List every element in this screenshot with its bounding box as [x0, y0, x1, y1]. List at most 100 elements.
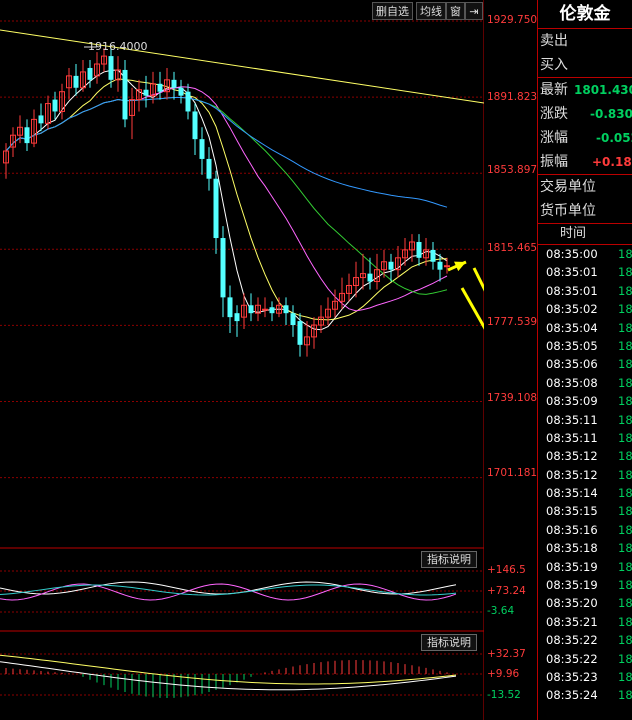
tick-price: 180: [618, 669, 632, 684]
buy-row: 买入: [538, 53, 632, 78]
kline-chart-area[interactable]: 1916.4000 删自选 均线 窗 ⇥ 指标说明 指标说明: [0, 0, 484, 720]
indicator2-help-button[interactable]: 指标说明: [421, 634, 477, 651]
tick-row: 08:35:23 180: [538, 668, 632, 686]
change-value: -0.830: [590, 107, 632, 121]
ma-line: [5, 69, 448, 331]
tick-price: 180: [618, 688, 632, 703]
indicator2-axis-label: +9.96: [487, 668, 520, 680]
tick-list[interactable]: 08:35:0018008:35:0118008:35:0118008:35:0…: [538, 245, 632, 705]
candle-body: [206, 158, 212, 179]
candle-body: [220, 238, 226, 298]
tick-price: 180: [618, 578, 632, 593]
delete-favorite-button[interactable]: 删自选: [372, 2, 413, 20]
tick-row: 08:35:24 180: [538, 686, 632, 704]
candle-body: [73, 75, 79, 88]
candle-body: [24, 127, 30, 144]
change-pct-row: 涨幅 -0.052: [538, 126, 632, 150]
tick-price: 180: [618, 633, 632, 648]
latest-label: 最新: [540, 82, 568, 98]
macd-line: [0, 654, 457, 685]
candlesticks: [3, 48, 450, 357]
tick-time: 08:35:21: [546, 614, 598, 629]
buy-label: 买入: [540, 57, 568, 73]
tick-row: 08:35:21 180: [538, 613, 632, 631]
moving-average-button[interactable]: 均线: [416, 2, 446, 20]
candle-body: [290, 313, 296, 326]
tick-price: 180: [618, 504, 632, 519]
tick-price: 180: [618, 338, 632, 353]
candle-body: [444, 265, 450, 268]
tick-time: 08:35:24: [546, 688, 598, 703]
candle-body: [157, 83, 163, 92]
tick-time: 08:35:12: [546, 449, 598, 464]
tick-time: 08:35:14: [546, 486, 598, 501]
candle-body: [269, 307, 275, 314]
tick-price: 180: [618, 283, 632, 298]
tick-time: 08:35:01: [546, 265, 598, 280]
candle-body: [283, 305, 289, 314]
candle-body: [192, 111, 198, 140]
tick-time: 08:35:02: [546, 302, 598, 317]
indicator2-axis-label: -13.52: [487, 689, 521, 701]
indicator1-help-button[interactable]: 指标说明: [421, 551, 477, 568]
candle-body: [213, 178, 219, 239]
high-price-label: 1916.4000: [88, 40, 148, 53]
price-axis-label: 1739.108: [487, 392, 538, 404]
tick-price: 180: [618, 651, 632, 666]
currency-row: 货币单位: [538, 199, 632, 224]
tick-row: 08:35:18 180: [538, 539, 632, 557]
tick-row: 08:35:05 180: [538, 337, 632, 355]
tick-time: 08:35:11: [546, 430, 598, 445]
tick-time: 08:35:12: [546, 467, 598, 482]
candle-body: [248, 305, 254, 314]
latest-value: 1801.430: [574, 83, 632, 97]
price-axis-label: 1929.750: [487, 14, 538, 26]
candle-body: [367, 273, 373, 282]
candle-body: [52, 99, 58, 112]
chart-grid: [0, 0, 484, 720]
tick-row: 08:35:22 180: [538, 631, 632, 649]
latest-row: 最新 1801.430: [538, 78, 632, 102]
tick-time: 08:35:20: [546, 596, 598, 611]
candle-body: [185, 91, 191, 112]
price-axis-label: 1815.465: [487, 242, 538, 254]
exit-arrow-icon[interactable]: ⇥: [465, 2, 483, 20]
trend-line: [0, 29, 484, 104]
quote-panel: 伦敦金 卖出 买入 最新 1801.430 涨跌 -0.830 涨幅 -0.052 振…: [537, 0, 632, 720]
tick-time: 08:35:19: [546, 578, 598, 593]
tick-price: 180: [618, 559, 632, 574]
window-button[interactable]: 窗: [446, 2, 465, 20]
indicator1-axis-label: +146.5: [487, 564, 526, 576]
tick-row: 08:35:09 180: [538, 392, 632, 410]
tick-row: 08:35:14 180: [538, 484, 632, 502]
tick-row: 08:35:19 180: [538, 576, 632, 594]
tick-time: 08:35:22: [546, 651, 598, 666]
ma-line: [5, 86, 448, 312]
kline-chart[interactable]: 1916.4000: [0, 0, 484, 720]
candle-body: [178, 87, 184, 96]
ma-line: [5, 96, 448, 208]
currency-label: 货币单位: [540, 203, 596, 219]
tick-price: 180: [618, 265, 632, 280]
price-axis-label: 1777.539: [487, 316, 538, 328]
tick-time: 08:35:15: [546, 504, 598, 519]
tick-row: 08:35:01 180: [538, 282, 632, 300]
tick-price: 180: [618, 541, 632, 556]
tick-row: 08:35:01 180: [538, 263, 632, 281]
tick-price: 180: [618, 449, 632, 464]
tick-row: 08:35:11 180: [538, 411, 632, 429]
price-axis-label: 1701.181: [487, 467, 538, 479]
tick-time: 08:35:23: [546, 669, 598, 684]
tick-row: 08:35:12 180: [538, 466, 632, 484]
candle-body: [171, 79, 177, 88]
tick-row: 08:35:11 180: [538, 429, 632, 447]
time-header: 时间: [538, 224, 632, 245]
tick-price: 180: [618, 394, 632, 409]
candle-body: [108, 56, 114, 80]
tick-time: 08:35:16: [546, 522, 598, 537]
tick-time: 08:35:22: [546, 633, 598, 648]
candle-body: [297, 321, 303, 345]
ma-line: [5, 96, 448, 295]
tick-price: 180: [618, 412, 632, 427]
tick-time: 08:35:18: [546, 541, 598, 556]
